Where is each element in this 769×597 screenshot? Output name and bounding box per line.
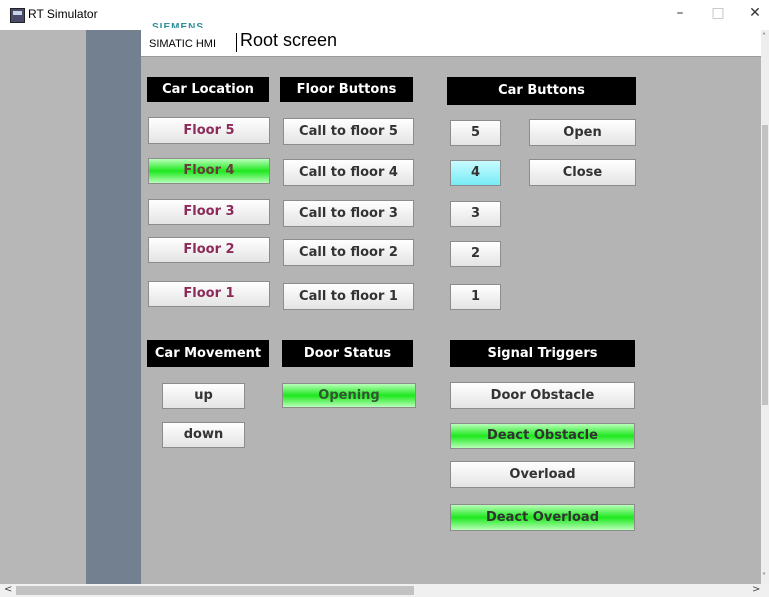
door-open-button[interactable]: Open (529, 119, 636, 146)
screen-header (141, 30, 761, 57)
title-bar (0, 0, 769, 30)
deact-obstacle-button[interactable]: Deact Obstacle (450, 423, 635, 449)
vertical-scroll-thumb[interactable] (762, 125, 768, 405)
floor-4-indicator: Floor 4 (148, 158, 270, 184)
call-floor-2-button[interactable]: Call to floor 2 (283, 239, 414, 266)
maximize-button[interactable]: □ (708, 5, 728, 21)
signal-triggers-label: Signal Triggers (450, 340, 635, 367)
move-down-button[interactable]: down (162, 422, 245, 448)
scroll-down-arrow-icon[interactable]: ˅ (762, 572, 766, 581)
door-status-indicator: Opening (282, 383, 416, 408)
floor-1-indicator: Floor 1 (148, 281, 270, 307)
scroll-right-arrow-icon[interactable]: > (752, 584, 760, 595)
app-icon (10, 8, 25, 23)
floor-5-indicator: Floor 5 (148, 117, 270, 144)
brand-logo: SIEMENS (152, 22, 205, 28)
deact-overload-button[interactable]: Deact Overload (450, 504, 635, 531)
floor-3-indicator: Floor 3 (148, 199, 270, 225)
screen-title: Root screen (240, 30, 338, 50)
car-button-3[interactable]: 3 (450, 201, 501, 227)
car-buttons-label: Car Buttons (447, 77, 636, 105)
car-button-5[interactable]: 5 (450, 120, 501, 146)
car-button-2[interactable]: 2 (450, 241, 501, 267)
window-title: RT Simulator (28, 7, 98, 21)
left-pane (0, 30, 86, 584)
car-button-1[interactable]: 1 (450, 284, 501, 310)
title-divider (236, 33, 237, 52)
door-status-label: Door Status (282, 340, 413, 367)
call-floor-5-button[interactable]: Call to floor 5 (283, 118, 414, 145)
minimize-button[interactable]: – (670, 5, 690, 21)
product-name: SIMATIC HMI (149, 38, 217, 50)
close-button[interactable]: ✕ (745, 5, 765, 21)
car-button-4[interactable]: 4 (450, 160, 501, 186)
navigation-bar (86, 30, 141, 584)
car-movement-label: Car Movement (147, 340, 269, 367)
car-location-label: Car Location (147, 77, 269, 102)
scroll-left-arrow-icon[interactable]: < (4, 584, 12, 595)
door-close-button[interactable]: Close (529, 159, 636, 186)
horizontal-scroll-thumb[interactable] (16, 586, 414, 595)
call-floor-1-button[interactable]: Call to floor 1 (283, 283, 414, 310)
floor-buttons-label: Floor Buttons (280, 77, 413, 102)
scroll-up-arrow-icon[interactable]: ˄ (762, 32, 766, 41)
door-obstacle-button[interactable]: Door Obstacle (450, 382, 635, 409)
move-up-button[interactable]: up (162, 383, 245, 409)
call-floor-4-button[interactable]: Call to floor 4 (283, 159, 414, 186)
floor-2-indicator: Floor 2 (148, 237, 270, 263)
overload-button[interactable]: Overload (450, 461, 635, 488)
call-floor-3-button[interactable]: Call to floor 3 (283, 200, 414, 227)
